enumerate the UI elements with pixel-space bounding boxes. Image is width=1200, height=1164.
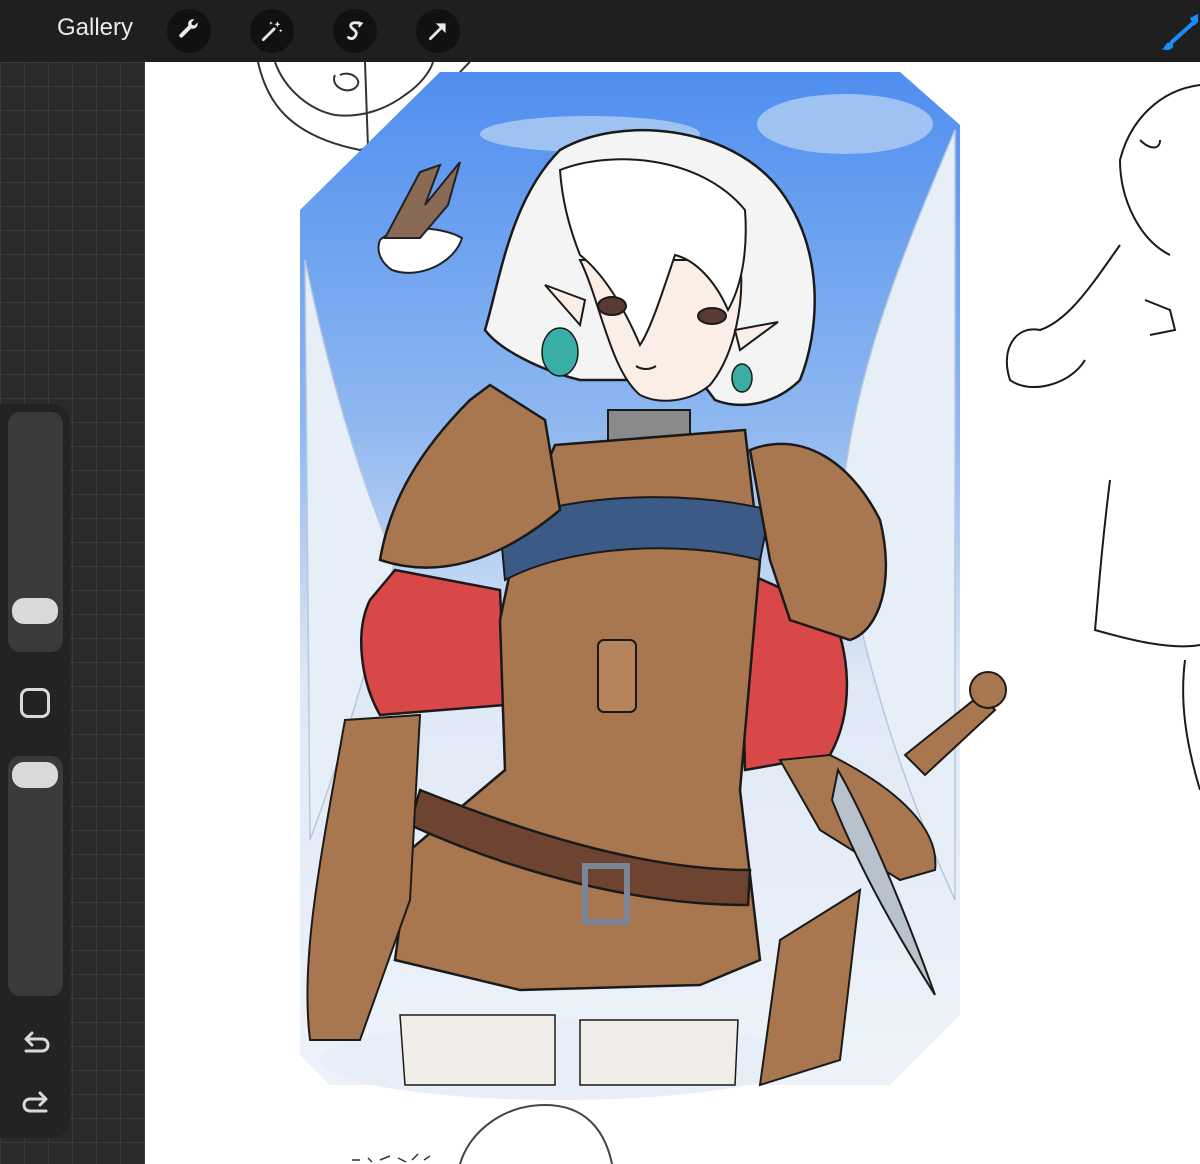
brush-size-thumb[interactable] (12, 598, 58, 624)
left-eye (597, 296, 627, 316)
brush-size-slider[interactable] (8, 412, 63, 652)
left-leg (399, 1014, 556, 1086)
adjustments-button[interactable] (250, 9, 294, 53)
undo-button[interactable] (18, 1026, 54, 1062)
opacity-thumb[interactable] (12, 762, 58, 788)
wrench-icon (179, 19, 198, 38)
right-eye (697, 307, 727, 325)
opacity-slider[interactable] (8, 756, 63, 996)
gallery-button[interactable]: Gallery (57, 14, 133, 42)
right-leg (579, 1019, 739, 1086)
transform-button[interactable] (416, 9, 460, 53)
top-toolbar: Gallery (0, 0, 1200, 62)
modify-button[interactable] (20, 688, 50, 718)
right-figure-sketch (1005, 84, 1200, 791)
chest-pouch (597, 639, 637, 713)
magic-wand-icon (261, 21, 283, 42)
drawing-canvas[interactable] (145, 62, 1200, 1164)
redo-button[interactable] (18, 1086, 54, 1122)
brush-button[interactable] (1160, 14, 1200, 54)
transform-arrow-icon (429, 23, 446, 40)
left-sidebar (0, 62, 145, 1164)
selection-icon (347, 21, 364, 40)
bottom-head-sketch (459, 1103, 613, 1164)
left-sleeve (360, 568, 507, 717)
redo-icon (22, 1091, 48, 1113)
grass-marks (352, 1153, 431, 1163)
left-earring (541, 327, 579, 377)
right-earring (731, 363, 753, 393)
artwork (257, 62, 1200, 1164)
brush-icon (1162, 14, 1198, 51)
actions-button[interactable] (167, 9, 211, 53)
slider-panel (0, 404, 70, 1138)
undo-icon (24, 1031, 50, 1053)
selection-button[interactable] (333, 9, 377, 53)
